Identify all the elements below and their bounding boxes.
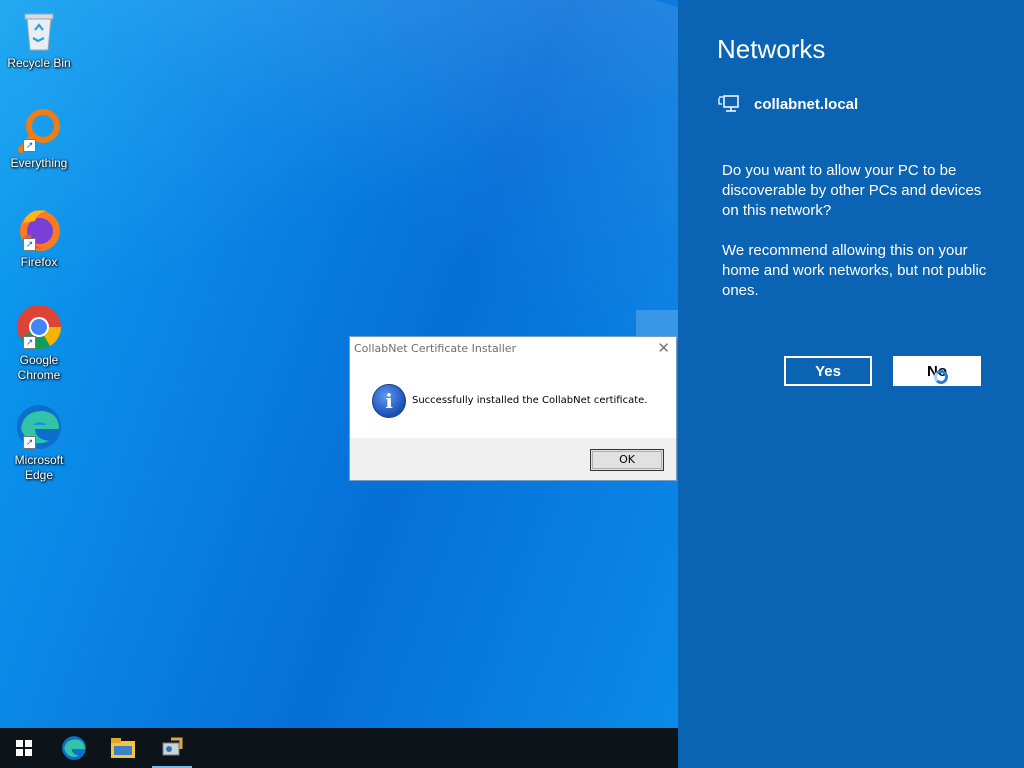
desktop-icon-google-chrome[interactable]: ↗ Google Chrome [4, 303, 74, 383]
taskbar [0, 728, 678, 768]
shortcut-arrow-icon: ↗ [23, 139, 36, 152]
desktop-icon-label: Everything [10, 156, 68, 170]
wallpaper-light-beam [120, 0, 678, 574]
windows-start-icon [16, 740, 32, 756]
desktop-icon-everything[interactable]: ↗ Everything [4, 106, 74, 171]
network-name: collabnet.local [754, 95, 859, 113]
certificate-installer-dialog: CollabNet Certificate Installer ✕ i Succ… [349, 336, 677, 481]
desktop-icon-label: Recycle Bin [7, 56, 71, 70]
shortcut-arrow-icon: ↗ [23, 238, 36, 251]
dialog-footer: OK [350, 438, 676, 480]
discoverable-recommendation: We recommend allowing this on your home … [722, 242, 987, 299]
desktop-icon-firefox[interactable]: ↗ Firefox [4, 205, 74, 270]
shortcut-arrow-icon: ↗ [23, 436, 36, 449]
close-icon[interactable]: ✕ [657, 339, 670, 357]
everything-search-icon: ↗ [15, 106, 63, 154]
file-explorer-icon [111, 738, 135, 758]
edge-icon [62, 736, 86, 760]
network-item[interactable]: collabnet.local [718, 94, 858, 114]
desktop-icon-label: Microsoft Edge [14, 453, 64, 482]
taskbar-file-explorer-button[interactable] [99, 728, 147, 768]
ok-button[interactable]: OK [590, 449, 664, 471]
dialog-message: Successfully installed the CollabNet cer… [412, 395, 648, 406]
ethernet-network-icon [718, 95, 739, 112]
yes-button[interactable]: Yes [784, 356, 872, 386]
desktop-icon-label: Firefox [20, 255, 58, 269]
discoverable-question: Do you want to allow your PC to be disco… [722, 162, 982, 219]
recycle-bin-icon [15, 6, 63, 54]
certificate-installer-icon [162, 737, 183, 756]
desktop-icon-microsoft-edge[interactable]: ↗ Microsoft Edge [4, 403, 74, 483]
dialog-title: CollabNet Certificate Installer [354, 342, 517, 355]
firefox-icon: ↗ [15, 205, 63, 253]
edge-icon: ↗ [15, 403, 63, 451]
taskbar-certificate-installer-button[interactable] [148, 728, 196, 768]
taskbar-edge-button[interactable] [50, 728, 98, 768]
info-icon: i [372, 384, 406, 418]
networks-flyout: Networks collabnet.local Do you want to … [678, 0, 1024, 768]
flyout-title: Networks [717, 34, 826, 64]
shortcut-arrow-icon: ↗ [23, 336, 36, 349]
busy-cursor-icon [934, 370, 948, 384]
start-button[interactable] [0, 728, 48, 768]
chrome-icon: ↗ [15, 303, 63, 351]
desktop-icon-recycle-bin[interactable]: Recycle Bin [4, 6, 74, 71]
desktop-icon-label: Google Chrome [17, 353, 61, 382]
